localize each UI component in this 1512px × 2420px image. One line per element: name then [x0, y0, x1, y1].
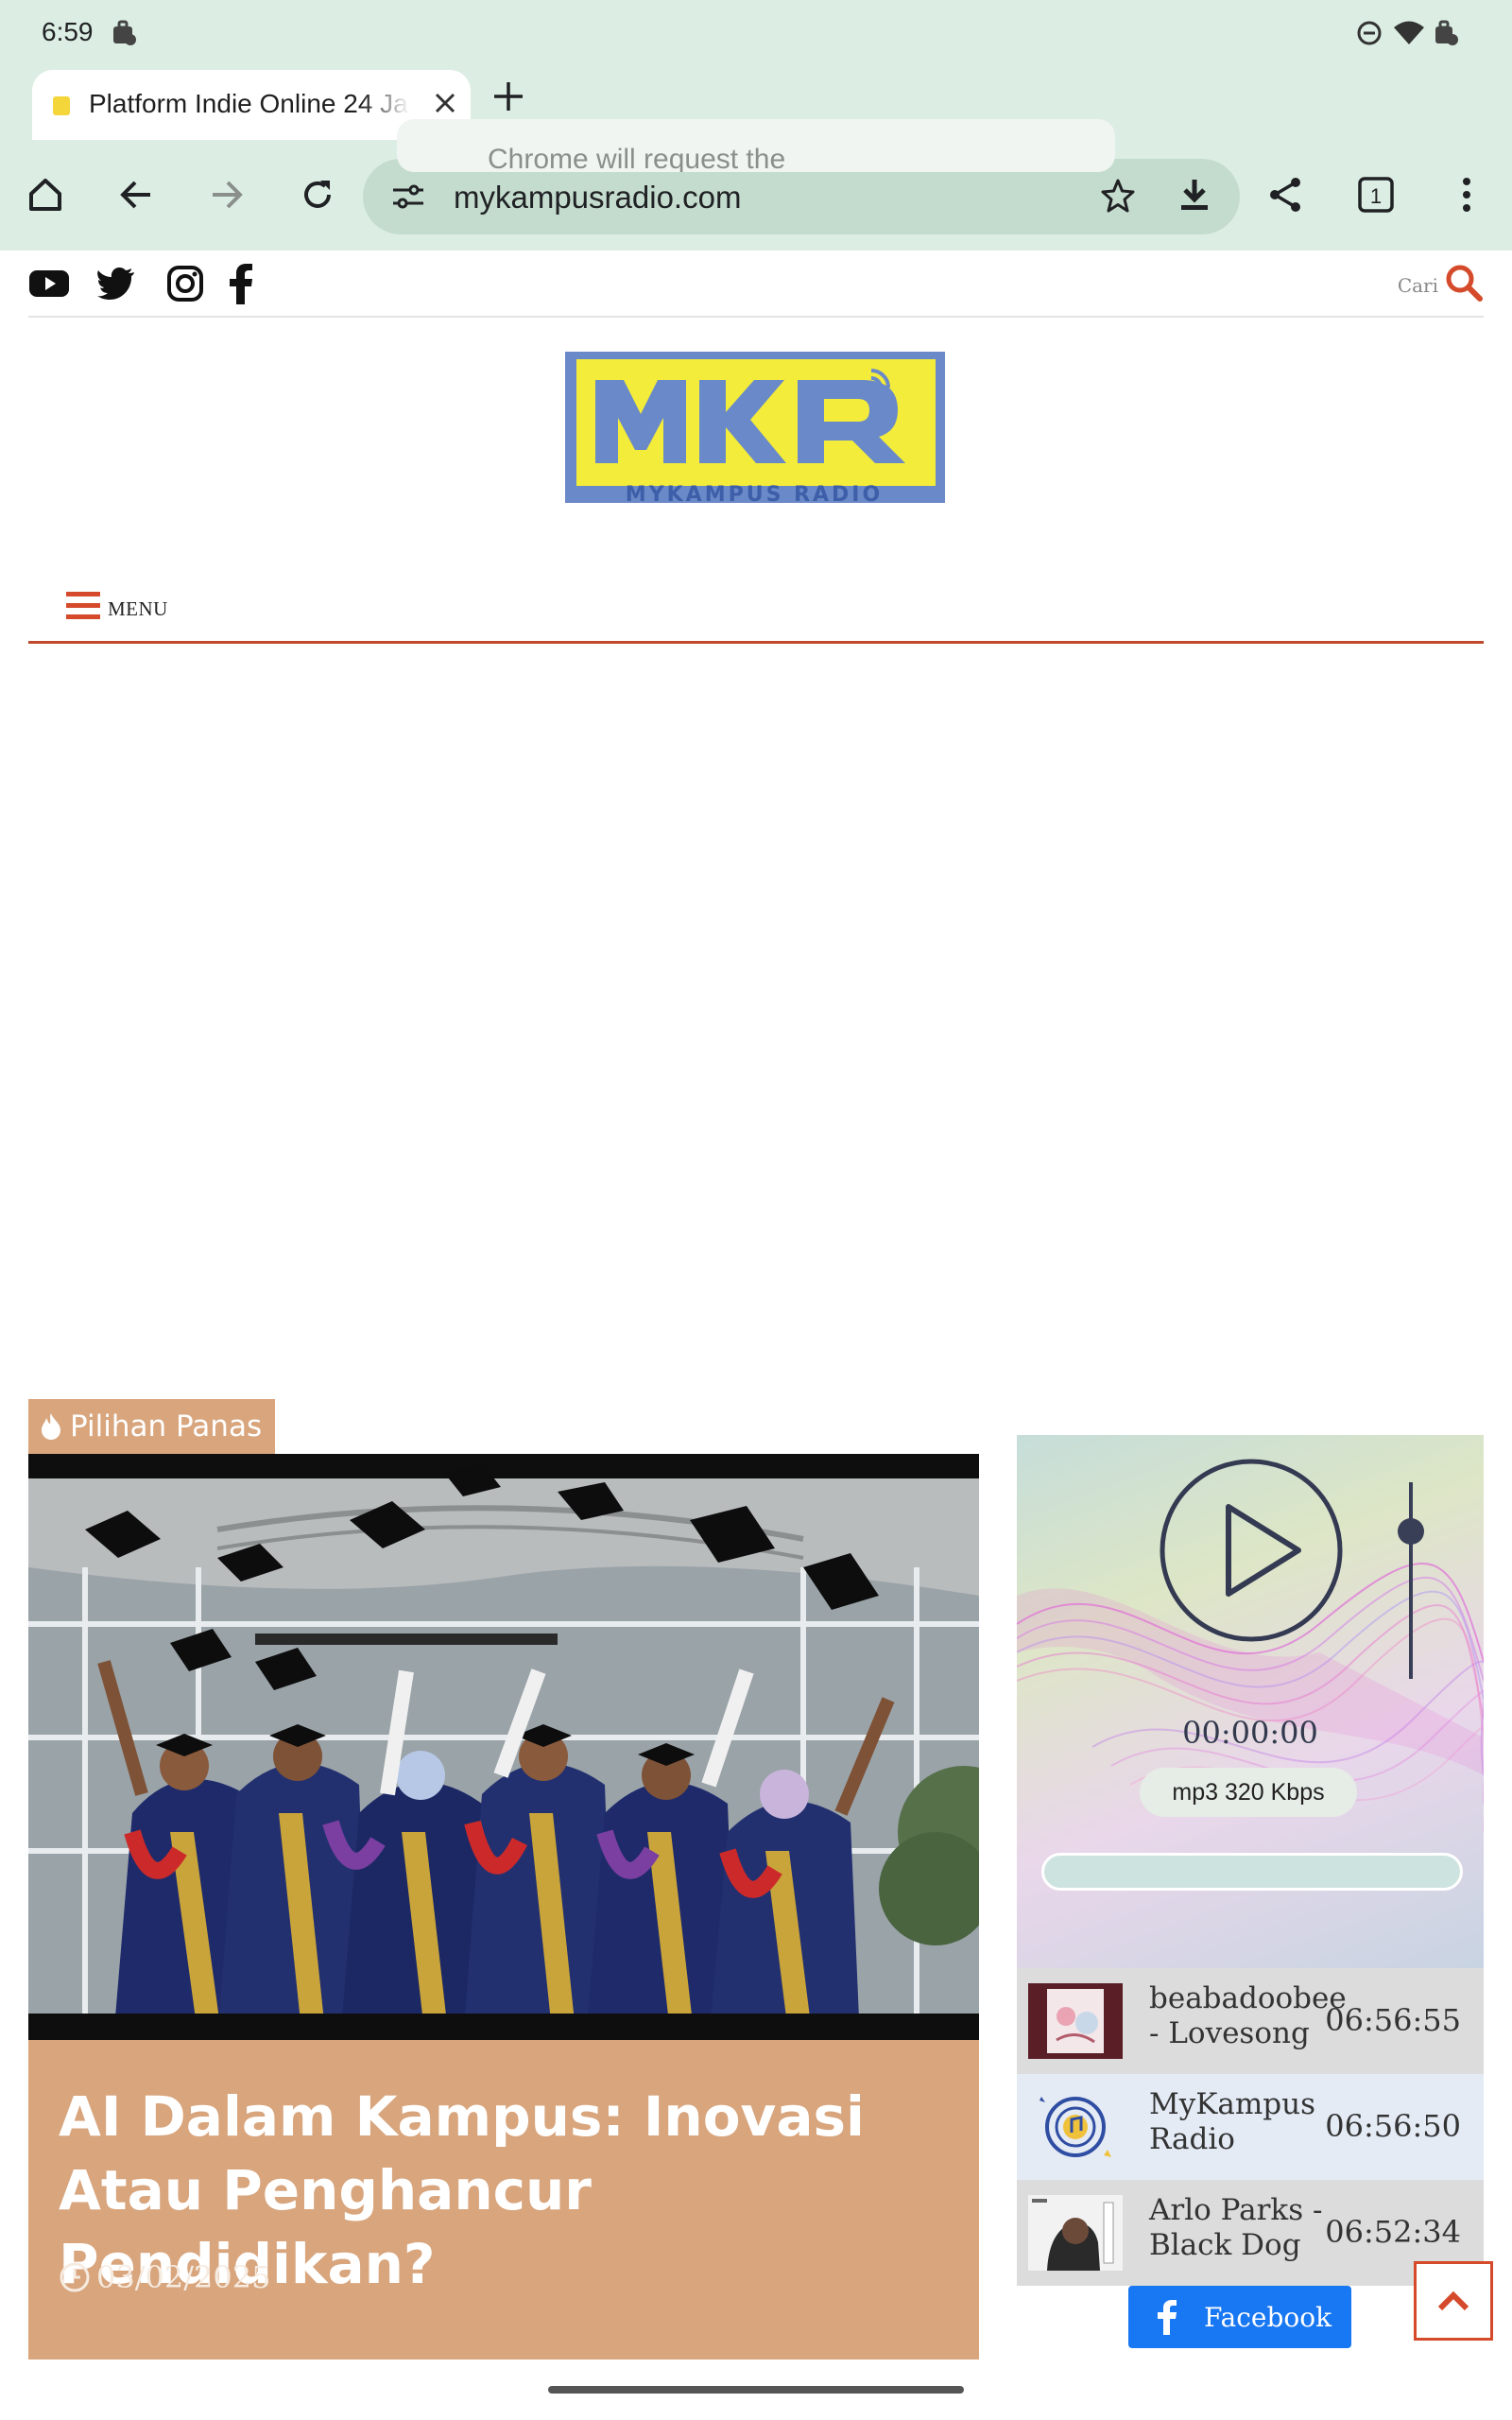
twitter-icon[interactable]: [96, 263, 138, 309]
history-song: beabadoobee - Lovesong: [1149, 1981, 1347, 2050]
album-art-mykampus: [1028, 2089, 1123, 2165]
article-image[interactable]: [28, 1454, 979, 2040]
back-button[interactable]: [110, 168, 163, 221]
menu-divider: [28, 641, 1484, 644]
wifi-icon: [1393, 19, 1425, 52]
volume-slider[interactable]: [1409, 1482, 1413, 1679]
featured-article[interactable]: AI Dalam Kampus: Inovasi Atau Penghancur…: [28, 1454, 979, 2360]
header-divider: [28, 316, 1484, 318]
volume-knob[interactable]: [1398, 1518, 1424, 1545]
album-art-lovesong: [1028, 1983, 1123, 2059]
status-bar: 6:59: [0, 0, 1512, 68]
permission-popup-text: Chrome will request the: [488, 144, 786, 172]
clock-icon: [60, 2262, 90, 2292]
article-date-text: 03/02/2025: [96, 2259, 271, 2295]
youtube-icon[interactable]: [28, 263, 70, 309]
scroll-to-top-button[interactable]: [1414, 2261, 1493, 2341]
history-song: MyKampus Radio: [1149, 2087, 1316, 2156]
battery-work-icon: [1433, 19, 1461, 52]
dnd-icon: [1355, 19, 1383, 52]
history-row[interactable]: beabadoobee - Lovesong 06:56:55: [1017, 1968, 1484, 2074]
logo-tagline: MYKAMPUS RADIO: [626, 483, 883, 507]
hot-picks-badge[interactable]: Pilihan Panas: [28, 1399, 276, 1454]
history-song: Arlo Parks - Black Dog: [1149, 2193, 1323, 2262]
reload-button[interactable]: [291, 168, 344, 221]
history-time: 06:56:50: [1325, 2108, 1461, 2144]
favicon-icon: [53, 96, 70, 115]
gesture-navigation-bar[interactable]: [548, 2386, 964, 2394]
flame-icon: [42, 1413, 60, 1440]
album-art-black-dog: [1028, 2195, 1123, 2271]
elapsed-time: 00:00:00: [1182, 1715, 1318, 1751]
search-icon[interactable]: [1444, 263, 1484, 307]
history-time: 06:52:34: [1325, 2214, 1461, 2250]
play-button[interactable]: [1159, 1458, 1344, 1643]
facebook-logo-icon: [1158, 2300, 1177, 2335]
bitrate-selector[interactable]: mp3 320 Kbps: [1140, 1768, 1357, 1817]
facebook-icon[interactable]: [227, 263, 255, 309]
radio-player: 00:00:00 mp3 320 Kbps: [1017, 1435, 1484, 1968]
article-date: 03/02/2025: [59, 2259, 270, 2295]
close-tab-icon[interactable]: [433, 85, 457, 123]
hamburger-icon[interactable]: [66, 592, 100, 625]
forward-button[interactable]: [200, 168, 253, 221]
chevron-up-icon: [1437, 2290, 1469, 2311]
instagram-icon[interactable]: [164, 263, 206, 309]
progress-bar[interactable]: [1041, 1853, 1463, 1891]
menu-label: MENU: [108, 597, 168, 620]
download-button[interactable]: [1168, 168, 1221, 221]
home-button[interactable]: [19, 168, 72, 221]
site-logo[interactable]: MYKAMPUS RADIO: [565, 352, 947, 518]
tab-count: 1: [1370, 184, 1382, 208]
history-time: 06:56:55: [1325, 2002, 1461, 2038]
permission-popup[interactable]: Chrome will request the: [397, 119, 1115, 172]
history-row[interactable]: MyKampus Radio 06:56:50: [1017, 2074, 1484, 2180]
tab-title: Platform Indie Online 24 Jam: [89, 89, 410, 118]
url-text: mykampusradio.com: [454, 180, 742, 215]
more-menu-button[interactable]: [1440, 168, 1493, 221]
search-label: Cari: [1397, 274, 1438, 297]
work-profile-icon: [110, 19, 138, 52]
tab-switcher-button[interactable]: 1: [1349, 168, 1402, 221]
status-time: 6:59: [42, 17, 94, 46]
new-tab-button[interactable]: [491, 79, 525, 121]
badge-label: Pilihan Panas: [70, 1409, 263, 1443]
site-settings-icon[interactable]: [391, 182, 425, 216]
browser-chrome: 6:59 Platform Indie Online 24 Jam mykamp…: [0, 0, 1512, 251]
share-button[interactable]: [1259, 168, 1312, 221]
facebook-share-button[interactable]: Facebook: [1128, 2286, 1351, 2348]
bookmark-star-icon[interactable]: [1100, 178, 1136, 218]
facebook-label: Facebook: [1204, 2301, 1332, 2333]
